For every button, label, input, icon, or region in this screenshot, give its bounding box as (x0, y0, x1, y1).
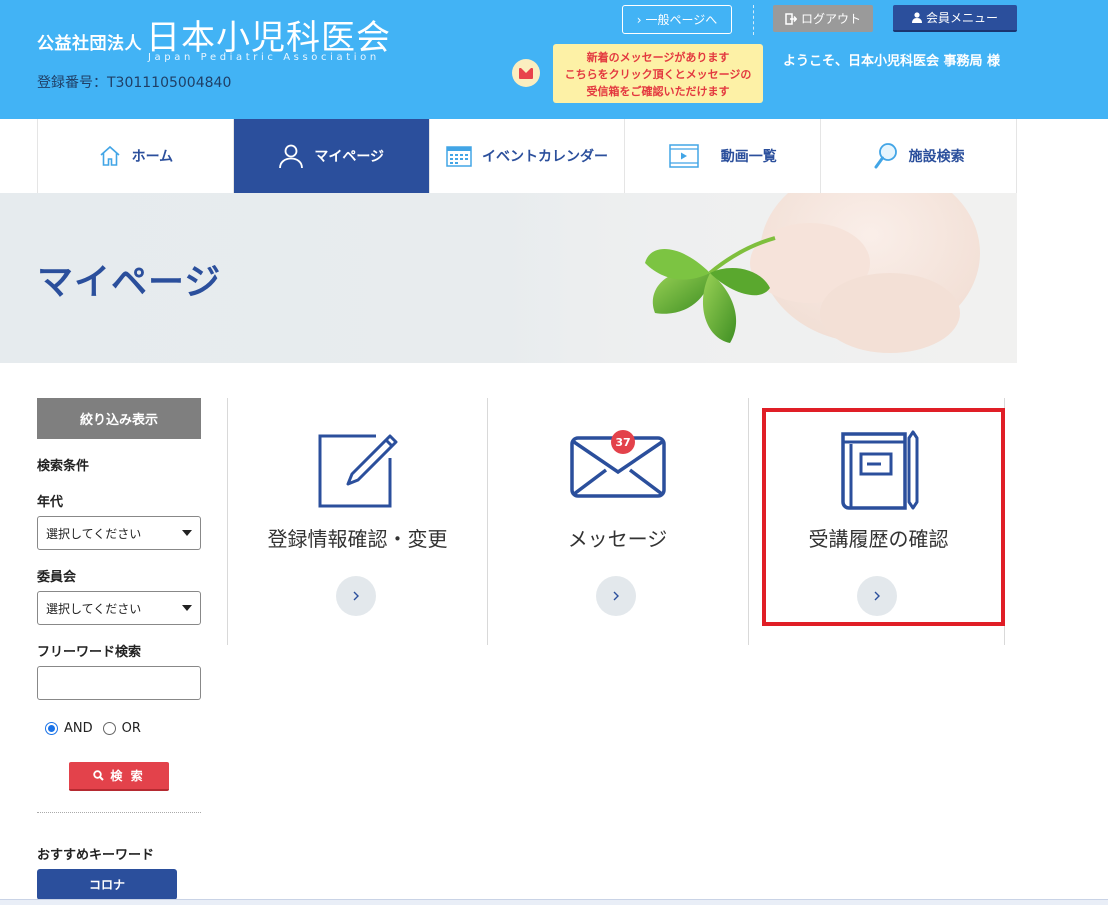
unread-count-badge: 37 (611, 430, 635, 454)
chevron-down-icon (182, 605, 192, 611)
hero-image (560, 193, 1020, 363)
page-hero: マイページ (0, 193, 1108, 363)
chevron-right-icon (613, 591, 619, 601)
main-nav: ホーム マイページ イベントカレンダー 動画一覧 施設検索 (37, 119, 1017, 193)
site-header: 公益社団法人 日本小児科医会 Japan Pediatric Associati… (0, 0, 1108, 119)
filter-heading: 絞り込み表示 (37, 398, 201, 439)
match-mode-radios: AND OR (45, 721, 141, 736)
org-type-label: 公益社団法人 (37, 34, 142, 54)
logout-icon (785, 12, 797, 25)
nav-item-video-list[interactable]: 動画一覧 (625, 119, 822, 193)
freeword-input[interactable] (37, 666, 201, 700)
chevron-right-icon (353, 591, 359, 601)
nav-item-event-calendar[interactable]: イベントカレンダー (429, 119, 626, 193)
radio-or-label: OR (121, 721, 141, 736)
nav-item-facility-search[interactable]: 施設検索 (821, 119, 1017, 193)
committee-label: 委員会 (37, 570, 77, 585)
search-icon (93, 770, 105, 781)
chevron-down-icon (182, 530, 192, 536)
recommended-keywords-label: おすすめキーワード (37, 848, 155, 863)
user-icon (279, 144, 304, 169)
search-conditions-label: 検索条件 (37, 459, 90, 474)
site-logo-english: Japan Pediatric Association (148, 52, 380, 63)
registration-number: 登録番号：T3011105004840 (37, 75, 232, 91)
user-icon (911, 12, 922, 23)
radio-and[interactable] (45, 722, 58, 735)
new-message-notice[interactable]: 新着のメッセージがあります こちらをクリック頂くとメッセージの 受信箱をご確認い… (553, 44, 763, 103)
keyword-tag[interactable]: コロナ (37, 869, 177, 900)
message-alert-icon[interactable] (512, 59, 540, 87)
age-label: 年代 (37, 495, 64, 510)
card-profile-button[interactable] (336, 576, 376, 616)
edit-icon (318, 434, 397, 508)
card-profile[interactable]: 登録情報確認・変更 (227, 398, 487, 645)
radio-and-label: AND (64, 721, 93, 736)
card-messages[interactable]: 37 メッセージ (487, 398, 747, 645)
page-bottom-edge (0, 899, 1108, 905)
card-messages-button[interactable] (596, 576, 636, 616)
header-divider (753, 5, 754, 35)
age-select[interactable]: 選択してください (37, 516, 201, 550)
chevron-right-icon: › (636, 12, 642, 27)
video-icon (669, 144, 699, 168)
logout-button[interactable]: ログアウト (773, 5, 873, 32)
nav-item-home[interactable]: ホーム (38, 119, 234, 193)
page-title: マイページ (37, 262, 222, 303)
nav-item-mypage[interactable]: マイページ (233, 119, 430, 193)
card-profile-label: 登録情報確認・変更 (267, 527, 448, 551)
welcome-text: ようこそ、日本小児科医会 事務局 様 (783, 54, 1001, 69)
magnifier-icon (874, 143, 897, 169)
highlight-box (762, 408, 1005, 626)
general-page-button[interactable]: › 一般ページへ (622, 5, 732, 34)
home-icon (100, 145, 120, 166)
committee-select[interactable]: 選択してください (37, 591, 201, 625)
calendar-icon (446, 146, 472, 167)
radio-or[interactable] (102, 722, 116, 735)
hero-side-blank (1017, 193, 1108, 363)
freeword-label: フリーワード検索 (37, 645, 142, 660)
sidebar-divider (37, 812, 201, 813)
card-messages-label: メッセージ (567, 527, 668, 551)
member-menu-button[interactable]: 会員メニュー (893, 5, 1017, 32)
search-button[interactable]: 検 索 (69, 762, 169, 791)
